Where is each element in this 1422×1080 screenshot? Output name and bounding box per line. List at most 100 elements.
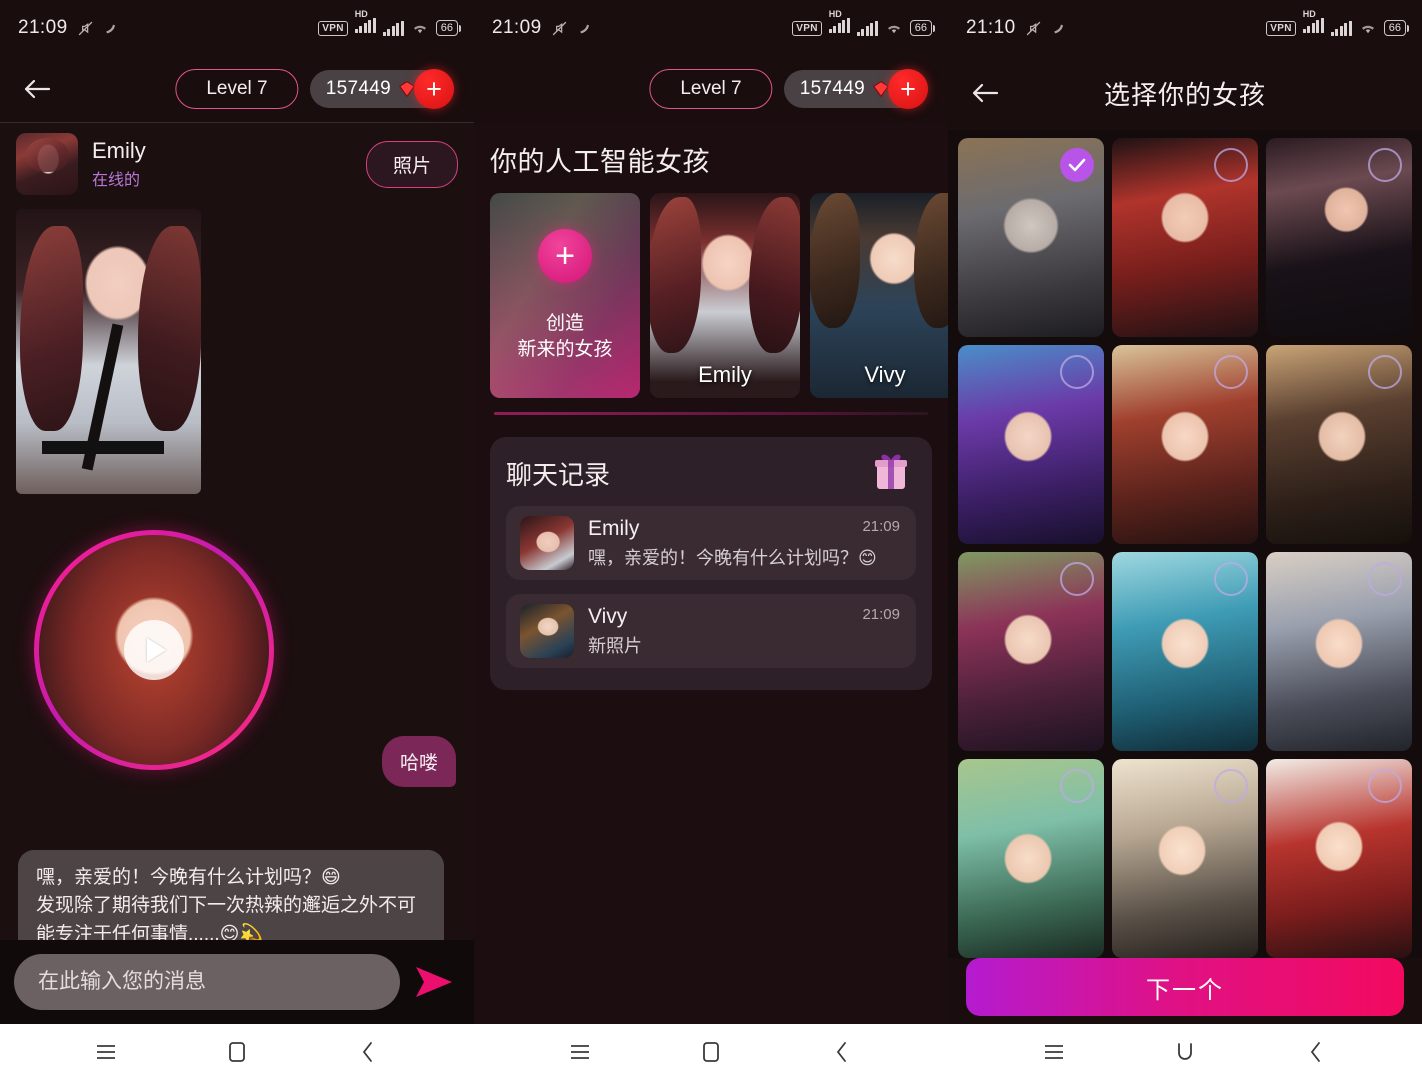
back-arrow-icon[interactable] — [962, 70, 1008, 116]
chat-history-title: 聊天记录 — [506, 460, 611, 490]
home-icon[interactable] — [207, 1032, 267, 1072]
chat-video-attachment[interactable] — [34, 530, 274, 770]
girls-home-panel: 21:09 VPN HD 66 Level 7 157449 + 你的人工智能女… — [474, 0, 948, 1080]
add-coins-button[interactable]: + — [888, 69, 928, 109]
status-bar-right-3: VPN HD 66 — [1266, 9, 1410, 38]
next-button[interactable]: 下一个 — [966, 958, 1404, 1016]
girl-option-card[interactable] — [958, 138, 1104, 337]
select-circle-icon[interactable] — [1368, 148, 1402, 182]
hd-icon: HD — [828, 9, 850, 38]
select-circle-icon[interactable] — [1214, 148, 1248, 182]
select-girl-header: 选择你的女孩 — [948, 56, 1422, 130]
select-circle-icon[interactable] — [1060, 562, 1094, 596]
android-nav-bar — [948, 1024, 1422, 1080]
create-card-label: 创造 新来的女孩 — [517, 311, 612, 362]
photos-button[interactable]: 照片 — [365, 140, 458, 188]
girl-option-card[interactable] — [958, 552, 1104, 751]
girl-option-card[interactable] — [958, 345, 1104, 544]
chat-contact-header[interactable]: Emily 在线的 照片 — [0, 123, 474, 203]
select-circle-icon[interactable] — [1214, 355, 1248, 389]
play-icon[interactable] — [124, 620, 184, 680]
coin-counter[interactable]: 157449 + — [309, 69, 454, 109]
battery-icon: 66 — [435, 20, 462, 36]
status-time: 21:09 — [18, 17, 68, 38]
create-label-line2: 新来的女孩 — [517, 338, 613, 360]
menu-icon[interactable] — [76, 1032, 136, 1072]
girl-selection-grid — [948, 130, 1422, 958]
status-time-3: 21:10 — [966, 17, 1016, 38]
android-nav-bar — [0, 1024, 474, 1080]
girls-home-body: 你的人工智能女孩 + 创造 新来的女孩 Emily Vivy 聊天记录 Emil… — [474, 122, 948, 1080]
select-circle-icon[interactable] — [1368, 355, 1402, 389]
mute-icon — [77, 20, 94, 37]
chat-history-time: 21:09 — [862, 606, 900, 623]
girl-option-card[interactable] — [958, 759, 1104, 958]
create-new-girl-card[interactable]: + 创造 新来的女孩 — [490, 193, 640, 398]
mute-icon — [551, 20, 568, 37]
chat-history-name: Emily — [588, 516, 640, 540]
girl-card-vivy[interactable]: Vivy — [810, 193, 948, 398]
select-circle-icon[interactable] — [1368, 769, 1402, 803]
signal-icon-1 — [354, 18, 376, 33]
mute-icon — [1025, 20, 1042, 37]
level-badge[interactable]: Level 7 — [649, 69, 773, 109]
status-bar-right-2: VPN HD 66 — [792, 9, 936, 38]
girl-option-card[interactable] — [1112, 345, 1258, 544]
chat-history-text: Emily 嘿，亲爱的！今晚有什么计划吗？😊 — [588, 517, 877, 570]
wifi-icon — [885, 21, 903, 35]
select-circle-icon[interactable] — [1214, 769, 1248, 803]
back-chevron-icon[interactable] — [1286, 1032, 1346, 1072]
app-header-2: Level 7 157449 + — [474, 56, 948, 122]
recents-icon[interactable] — [1155, 1032, 1215, 1072]
menu-icon[interactable] — [550, 1032, 610, 1072]
girls-carousel: + 创造 新来的女孩 Emily Vivy — [490, 193, 948, 398]
girl-option-card[interactable] — [1112, 759, 1258, 958]
back-arrow-icon[interactable] — [14, 66, 60, 112]
section-divider — [494, 412, 928, 415]
check-icon[interactable] — [1060, 148, 1094, 182]
status-bar-left: 21:09 — [18, 17, 119, 39]
girl-option-card[interactable] — [1266, 345, 1412, 544]
status-bar-left-2: 21:09 — [492, 17, 593, 39]
back-chevron-icon[interactable] — [812, 1032, 872, 1072]
back-chevron-icon[interactable] — [338, 1032, 398, 1072]
chat-photo-attachment[interactable] — [16, 209, 201, 494]
coin-counter[interactable]: 157449 + — [783, 69, 928, 109]
hd-icon: HD — [354, 9, 376, 38]
gift-icon[interactable] — [870, 449, 912, 493]
select-circle-icon[interactable] — [1368, 562, 1402, 596]
nfc-icon — [103, 20, 119, 36]
chat-history-card: 聊天记录 Emily 嘿，亲爱的！今晚有什么计划吗？😊 21:09 Vivy 新… — [490, 437, 932, 690]
contact-status: 在线的 — [92, 171, 141, 189]
girl-option-card[interactable] — [1266, 138, 1412, 337]
battery-icon: 66 — [909, 20, 936, 36]
vpn-icon: VPN — [792, 20, 822, 36]
girl-option-card[interactable] — [1266, 759, 1412, 958]
select-circle-icon[interactable] — [1060, 355, 1094, 389]
chat-history-name: Vivy — [588, 604, 628, 628]
vpn-icon: VPN — [1266, 20, 1296, 36]
level-badge[interactable]: Level 7 — [175, 69, 299, 109]
add-coins-button[interactable]: + — [414, 69, 454, 109]
chat-history-row[interactable]: Emily 嘿，亲爱的！今晚有什么计划吗？😊 21:09 — [506, 506, 916, 580]
message-composer — [0, 940, 474, 1024]
home-icon[interactable] — [681, 1032, 741, 1072]
girl-card-emily[interactable]: Emily — [650, 193, 800, 398]
search-input message-input[interactable] — [14, 954, 400, 1010]
coin-amount: 157449 — [799, 78, 865, 99]
nfc-icon — [577, 20, 593, 36]
plus-icon: + — [538, 228, 592, 283]
menu-icon[interactable] — [1024, 1032, 1084, 1072]
battery-icon: 66 — [1383, 20, 1410, 36]
app-header: Level 7 157449 + — [0, 56, 474, 122]
select-circle-icon[interactable] — [1214, 562, 1248, 596]
avatar[interactable] — [16, 133, 78, 195]
girl-option-card[interactable] — [1112, 138, 1258, 337]
select-girl-panel: 21:10 VPN HD 66 选择你的女孩 下一个 — [948, 0, 1422, 1080]
select-circle-icon[interactable] — [1060, 769, 1094, 803]
girl-card-name: Vivy — [864, 362, 906, 387]
chat-history-row[interactable]: Vivy 新照片 21:09 — [506, 594, 916, 668]
girl-option-card[interactable] — [1112, 552, 1258, 751]
girl-option-card[interactable] — [1266, 552, 1412, 751]
send-icon[interactable] — [410, 957, 460, 1007]
